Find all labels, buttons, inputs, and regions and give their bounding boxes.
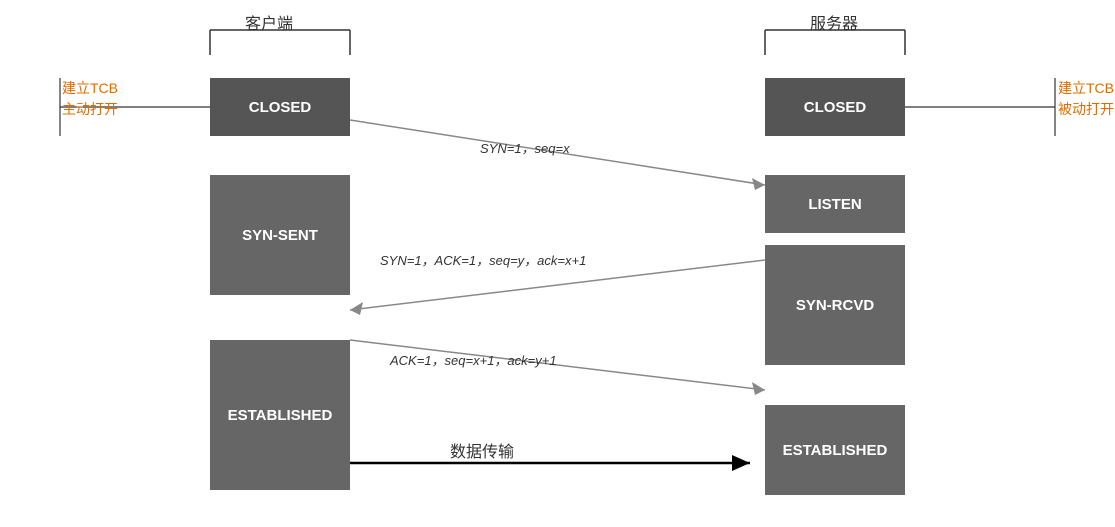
server-syn-rcvd-box: SYN-RCVD [765,245,905,365]
server-listen-box: LISTEN [765,175,905,233]
left-note: 建立TCB 主动打开 [62,78,118,120]
client-syn-sent-box: SYN-SENT [210,175,350,295]
arrow1-label: SYN=1，seq=x [480,138,570,157]
arrow2-label: SYN=1，ACK=1，seq=y，ack=x+1 [380,250,586,269]
client-closed-box: CLOSED [210,78,350,136]
server-established-box: ESTABLISHED [765,405,905,495]
server-label: 服务器 [810,10,858,34]
client-label: 客户端 [245,10,293,34]
client-established-box: ESTABLISHED [210,340,350,490]
diagram-container: 客户端 服务器 建立TCB 主动打开 建立TCB 被动打开 CLOSED SYN… [0,0,1115,527]
right-note: 建立TCB 被动打开 [1058,78,1114,120]
arrow3-label: ACK=1，seq=x+1，ack=y+1 [390,350,557,369]
data-transfer-label: 数据传输 [450,438,514,462]
server-closed-box: CLOSED [765,78,905,136]
